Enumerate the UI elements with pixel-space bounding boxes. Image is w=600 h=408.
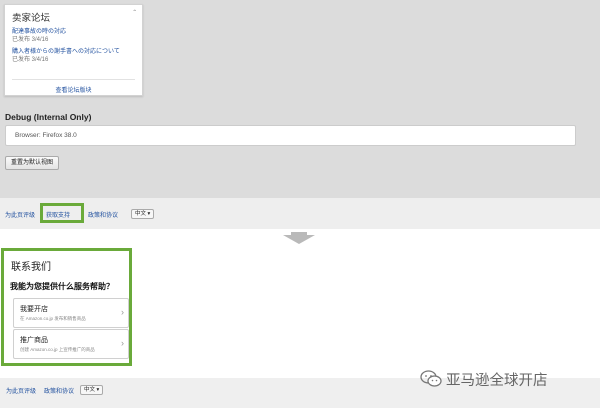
forum-post: 配達事故の時の対応 已发布 3/4/16 (12, 28, 66, 44)
wechat-icon (420, 370, 442, 387)
policies-link[interactable]: 政策和协议 (44, 386, 74, 395)
debug-section-title: Debug (Internal Only) (5, 112, 92, 122)
collapse-icon[interactable]: ˆ (133, 9, 136, 18)
forum-post-link[interactable]: 購入者様からの謝手書への対応について (12, 48, 120, 56)
home-content-area: 卖家论坛 ˆ 配達事故の時の対応 已发布 3/4/16 購入者様からの謝手書への… (0, 0, 600, 198)
watermark-text: 亚马逊全球开店 (446, 372, 548, 389)
rate-page-link[interactable]: 为此页评级 (6, 386, 36, 395)
language-select[interactable]: 中文 ▾ (131, 209, 155, 219)
forum-post-date: 已发布 3/4/16 (12, 57, 49, 63)
seller-forum-widget: 卖家论坛 ˆ 配達事故の時の対応 已发布 3/4/16 購入者様からの謝手書への… (4, 4, 143, 96)
forum-post: 購入者様からの謝手書への対応について 已发布 3/4/16 (12, 48, 120, 64)
seller-central-home-screenshot: 卖家论坛 ˆ 配達事故の時の対応 已发布 3/4/16 購入者様からの謝手書への… (0, 0, 600, 229)
page-footer: 为此页评级 获取支持 政策和协议 中文 ▾ (0, 198, 600, 229)
rate-page-link[interactable]: 为此页评级 (5, 210, 35, 219)
view-forum-link[interactable]: 查看论坛版块 (5, 85, 142, 94)
forum-post-link[interactable]: 配達事故の時の対応 (12, 28, 66, 36)
contact-panel-highlight (1, 248, 132, 366)
support-link-highlight (40, 203, 84, 223)
browser-info: Browser: Firefox 38.0 (15, 132, 77, 139)
forum-widget-title: 卖家论坛 (12, 13, 51, 24)
policies-link[interactable]: 政策和协议 (88, 210, 118, 219)
reset-default-view-button[interactable]: 重置为默认视图 (5, 156, 60, 170)
forum-post-date: 已发布 3/4/16 (12, 37, 49, 43)
language-select[interactable]: 中文 ▾ (80, 385, 104, 395)
divider (12, 79, 135, 80)
wechat-watermark: 亚马逊全球开店 (420, 368, 548, 390)
debug-info-box: Browser: Firefox 38.0 (5, 125, 576, 146)
down-arrow-icon (283, 232, 315, 244)
